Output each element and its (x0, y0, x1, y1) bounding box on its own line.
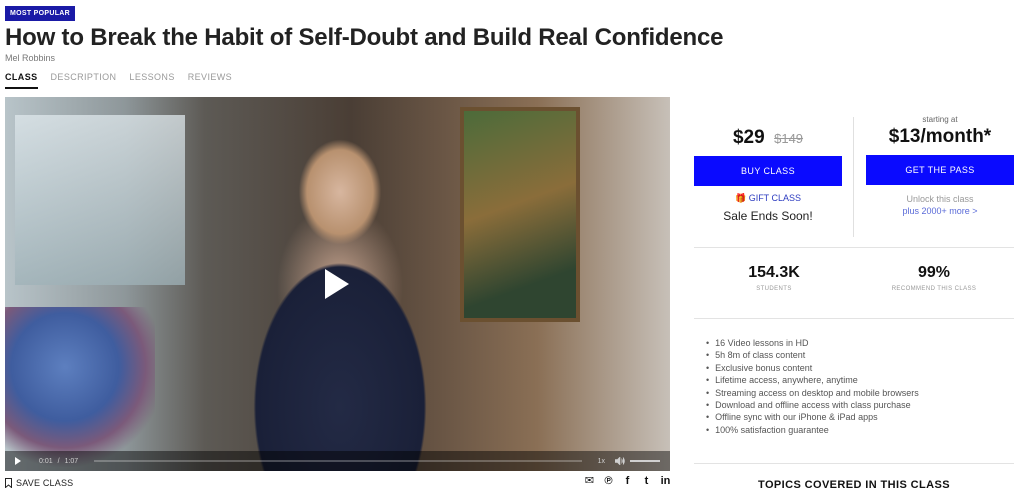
list-item: 16 Video lessons in HD (706, 337, 1014, 349)
students-stat: 154.3K STUDENTS (694, 264, 854, 292)
gift-icon: 🎁 (734, 193, 747, 203)
twitter-icon[interactable]: t (641, 476, 652, 487)
save-class-label: SAVE CLASS (16, 478, 74, 488)
tab-description[interactable]: DESCRIPTION (51, 72, 117, 89)
class-price: $29 (732, 127, 765, 148)
recommend-percent: 99% (917, 264, 951, 281)
list-item: Exclusive bonus content (706, 362, 1014, 374)
linkedin-icon[interactable]: in (660, 476, 671, 487)
list-item: Streaming access on desktop and mobile b… (706, 387, 1014, 399)
bookmark-icon (5, 478, 12, 488)
recommend-stat: 99% RECOMMEND THIS CLASS (854, 264, 1014, 292)
pricing-section: $29 $149 BUY CLASS 🎁 GIFT CLASS Sale End… (694, 97, 1014, 247)
original-price: $149 (774, 131, 804, 146)
current-time: 0:01 (39, 457, 53, 465)
video-player[interactable]: 0:01 / 1:07 1x (5, 97, 670, 471)
stats-section: 154.3K STUDENTS 99% RECOMMEND THIS CLASS (694, 248, 1014, 318)
pass-price: $13/month* (888, 126, 992, 147)
save-class-button[interactable]: SAVE CLASS (5, 478, 73, 488)
duration: 1:07 (64, 457, 79, 465)
recommend-label: RECOMMEND THIS CLASS (891, 286, 977, 292)
divider (694, 318, 1014, 319)
tab-class[interactable]: CLASS (5, 72, 38, 89)
video-frame-painting (460, 107, 580, 322)
author-name[interactable]: Mel Robbins (5, 53, 55, 63)
buy-class-button[interactable]: BUY CLASS (694, 156, 842, 186)
volume-slider[interactable] (630, 460, 660, 462)
pinterest-icon[interactable]: ℗ (603, 476, 614, 487)
buy-class-column: $29 $149 BUY CLASS 🎁 GIFT CLASS Sale End… (694, 127, 842, 223)
gift-class-label: GIFT CLASS (748, 193, 802, 203)
playback-speed[interactable]: 1x (598, 458, 605, 465)
starting-at-label: starting at (922, 115, 958, 124)
unlock-text: Unlock this class (906, 194, 974, 204)
topics-heading: TOPICS COVERED IN THIS CLASS (758, 479, 950, 491)
unlock-more-link[interactable]: plus 2000+ more > (902, 206, 977, 216)
features-list: 16 Video lessons in HD 5h 8m of class co… (706, 337, 1014, 436)
divider (694, 463, 1014, 464)
volume-icon[interactable] (615, 457, 625, 465)
video-controls: 0:01 / 1:07 1x (5, 451, 670, 471)
class-tabs: CLASS DESCRIPTION LESSONS REVIEWS (5, 72, 232, 89)
list-item: 5h 8m of class content (706, 349, 1014, 361)
pass-column: starting at $13/month* GET THE PASS Unlo… (866, 115, 1014, 217)
control-play-icon[interactable] (15, 457, 21, 465)
page-title: How to Break the Habit of Self-Doubt and… (5, 24, 724, 51)
unlock-note: Unlock this class plus 2000+ more > (866, 193, 1014, 217)
list-item: Download and offline access with class p… (706, 399, 1014, 411)
students-count: 154.3K (748, 264, 800, 281)
purchase-panel: $29 $149 BUY CLASS 🎁 GIFT CLASS Sale End… (694, 97, 1014, 436)
time-separator: / (57, 457, 60, 465)
tab-reviews[interactable]: REVIEWS (188, 72, 232, 89)
share-bar: ✉ ℗ f t in (584, 476, 671, 487)
progress-bar[interactable] (94, 460, 582, 462)
tab-lessons[interactable]: LESSONS (129, 72, 174, 89)
list-item: Lifetime access, anywhere, anytime (706, 374, 1014, 386)
video-frame-window (15, 115, 185, 285)
play-icon[interactable] (325, 269, 349, 299)
get-the-pass-button[interactable]: GET THE PASS (866, 155, 1014, 185)
video-frame-flowers (5, 307, 155, 467)
email-icon[interactable]: ✉ (584, 476, 595, 487)
facebook-icon[interactable]: f (622, 476, 633, 487)
list-item: 100% satisfaction guarantee (706, 424, 1014, 436)
students-label: STUDENTS (756, 286, 792, 292)
list-item: Offline sync with our iPhone & iPad apps (706, 411, 1014, 423)
sale-notice: Sale Ends Soon! (723, 209, 813, 223)
pricing-divider (853, 117, 854, 237)
gift-class-link[interactable]: 🎁 GIFT CLASS (694, 193, 842, 204)
most-popular-badge: MOST POPULAR (5, 6, 75, 21)
